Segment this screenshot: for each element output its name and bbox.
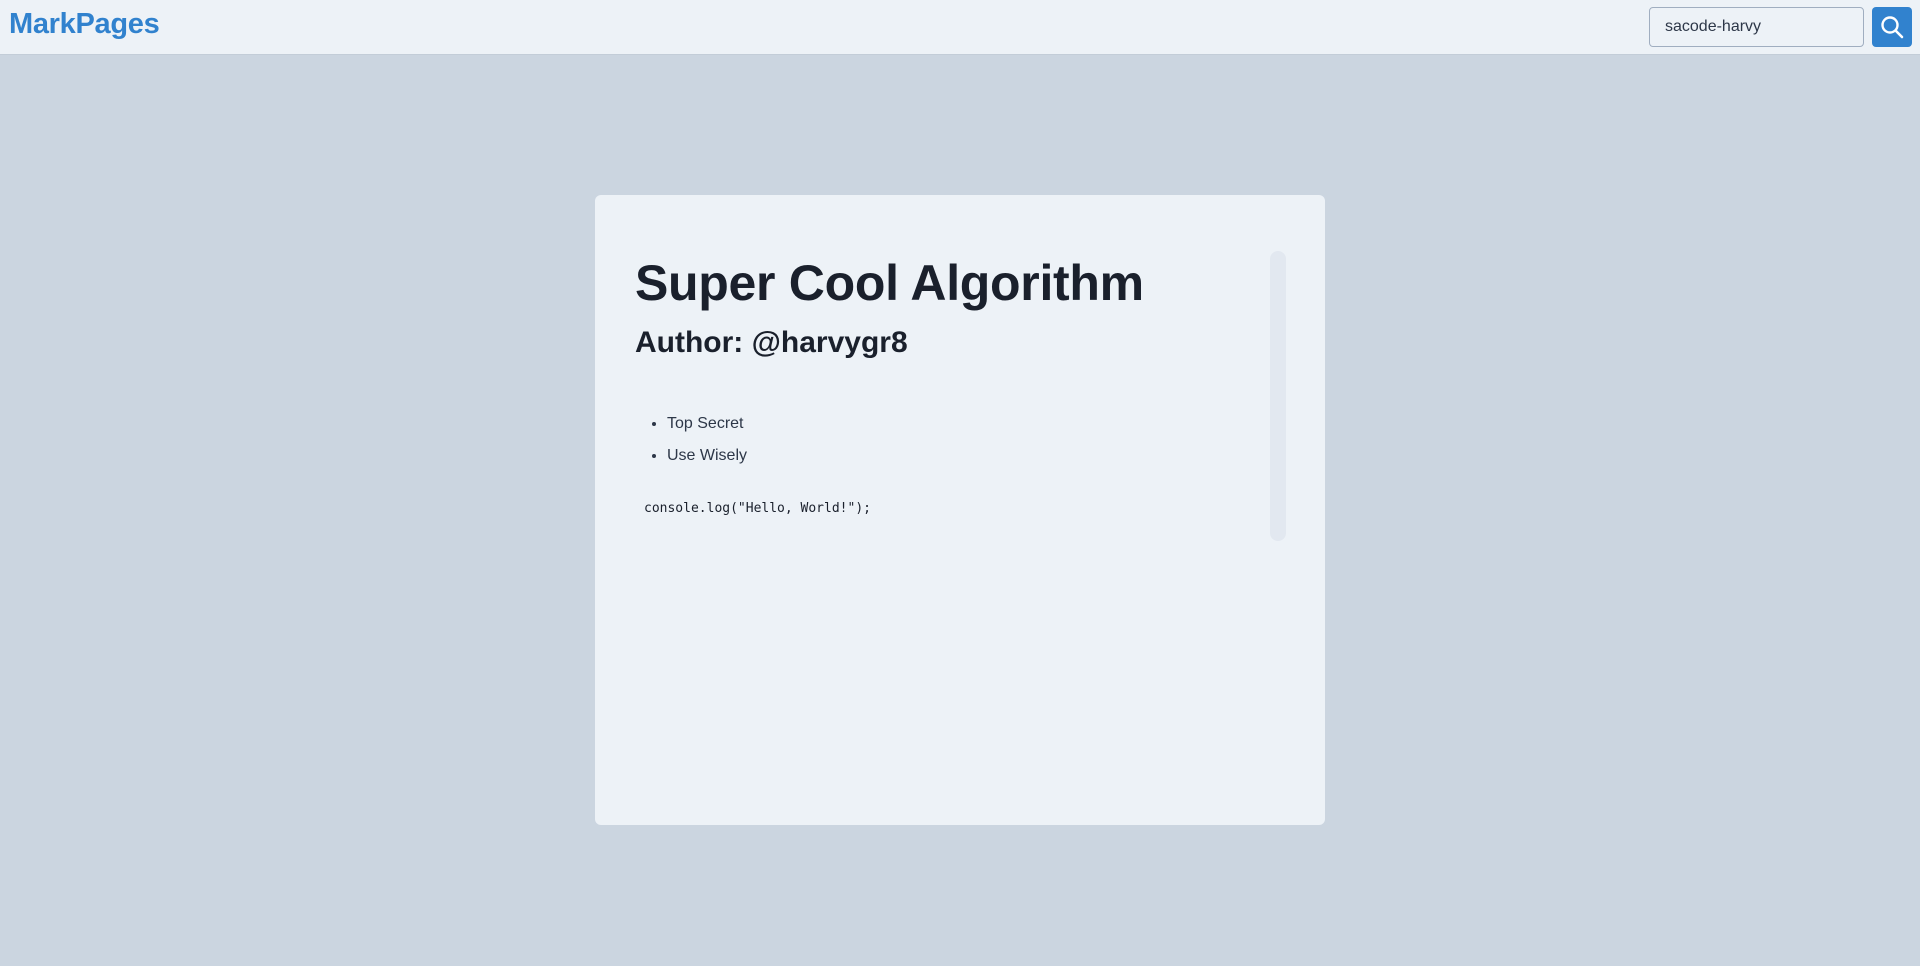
- list-item: Use Wisely: [667, 440, 1255, 472]
- document-card: Super Cool Algorithm Author: @harvygr8 T…: [595, 195, 1325, 825]
- document-title: Super Cool Algorithm: [635, 255, 1144, 311]
- scrollbar[interactable]: [1270, 251, 1286, 541]
- document-author: Author: @harvygr8: [635, 325, 908, 359]
- bullet-list: Top Secret Use Wisely: [635, 408, 1255, 472]
- list-item: Top Secret: [667, 408, 1255, 440]
- code-block: console.log("Hello, World!");: [644, 500, 871, 516]
- search-icon: [1881, 16, 1904, 39]
- top-navbar: MarkPages: [0, 0, 1920, 55]
- brand-logo-link[interactable]: MarkPages: [9, 8, 160, 41]
- search-input[interactable]: [1649, 7, 1864, 47]
- document-content: Super Cool Algorithm Author: @harvygr8 T…: [635, 257, 1255, 516]
- search-button[interactable]: [1872, 7, 1912, 47]
